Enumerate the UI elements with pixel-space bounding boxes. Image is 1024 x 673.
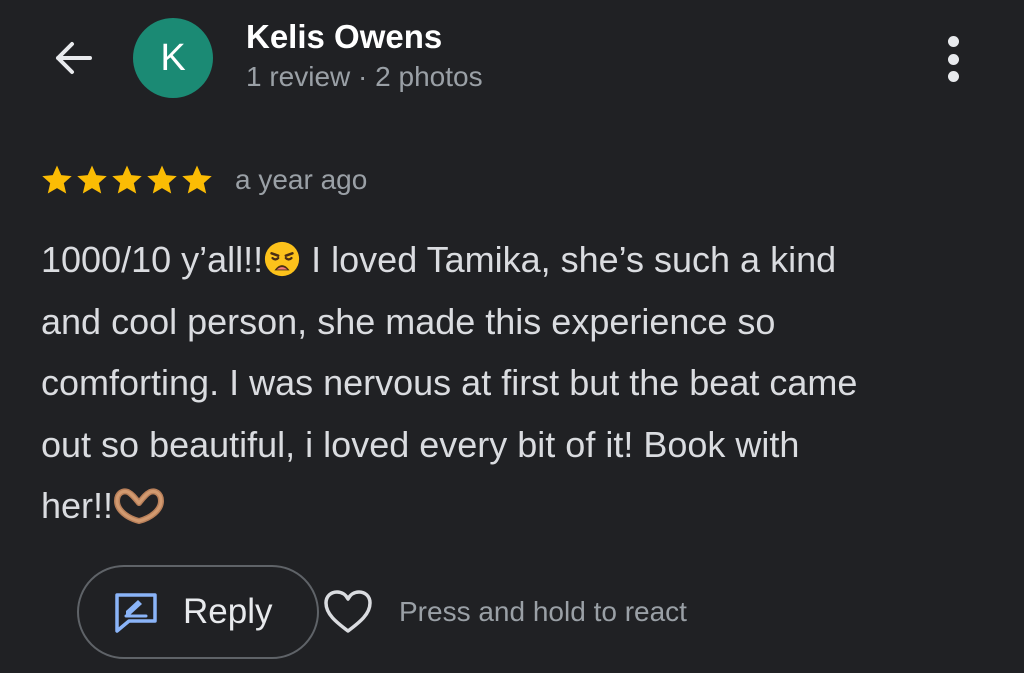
more-options-button[interactable] — [930, 32, 976, 86]
review-line: comforting. I was nervous at first but t… — [41, 362, 858, 403]
star-icon — [147, 165, 177, 194]
review-line-text: 1000/10 y’all!! — [41, 239, 264, 280]
review-line-text: her!! — [41, 485, 114, 526]
review-line: her!! — [41, 475, 991, 537]
review-time: a year ago — [235, 164, 368, 195]
review-text: 1000/10 y’all!! I loved Tamika, she’s su… — [41, 229, 991, 537]
rating-row: a year ago — [40, 160, 367, 200]
back-button[interactable] — [44, 30, 100, 86]
reply-edit-icon — [115, 593, 157, 633]
star-icon — [77, 165, 107, 194]
review-line-text: I loved Tamika, she’s such a kind — [301, 239, 837, 280]
avatar-letter: K — [160, 36, 186, 79]
reviewer-meta: 1 review · 2 photos — [246, 61, 483, 92]
arrow-back-icon — [56, 42, 92, 74]
review-line: and cool person, she made this experienc… — [41, 300, 776, 342]
reviewer-name[interactable]: Kelis Owens — [246, 18, 442, 56]
more-vertical-icon — [947, 36, 959, 47]
avatar[interactable]: K — [133, 18, 213, 98]
more-dot — [947, 53, 959, 65]
star-icon — [42, 165, 72, 194]
more-dot — [947, 71, 959, 82]
reply-button[interactable]: Reply — [77, 565, 319, 659]
react-hint: Press and hold to react — [399, 596, 687, 627]
review-line: out so beautiful, i loved every bit of i… — [41, 423, 800, 465]
weary-face-emoji — [265, 241, 300, 277]
heart-outline-icon — [324, 590, 372, 633]
review-line: 1000/10 y’all!! I loved Tamika, she’s su… — [41, 229, 991, 291]
react-button[interactable] — [320, 586, 376, 638]
star-icon — [112, 165, 142, 194]
star-rating — [40, 163, 214, 197]
star-icon — [182, 165, 212, 194]
review-detail-page: K Kelis Owens 1 review · 2 photos a year… — [0, 0, 1024, 673]
heart-hands-emoji — [114, 488, 165, 524]
reply-label: Reply — [183, 592, 273, 631]
